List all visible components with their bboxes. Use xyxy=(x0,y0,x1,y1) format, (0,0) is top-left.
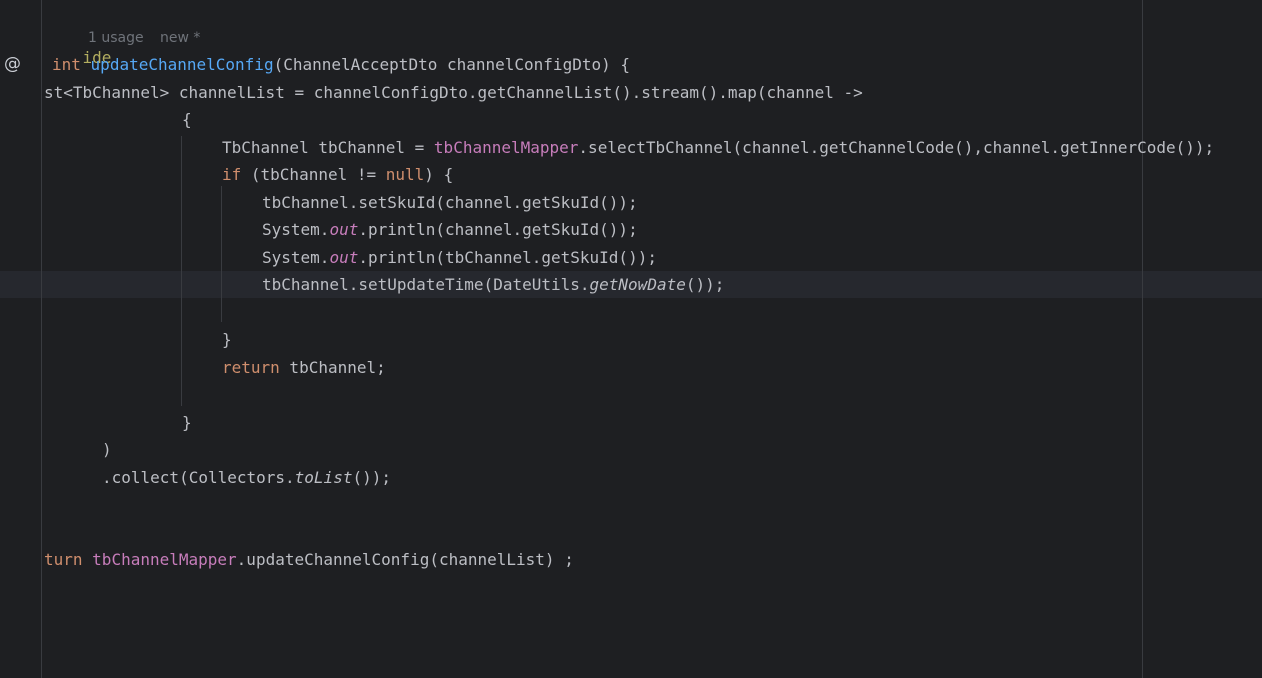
code-line-14[interactable]: ) xyxy=(102,440,112,460)
code-line-6[interactable]: if (tbChannel != null) { xyxy=(222,165,453,185)
keyword-int: int xyxy=(52,55,81,74)
code-text: ()); xyxy=(352,468,391,487)
code-text: .collect(Collectors. xyxy=(102,468,295,487)
code-line-5[interactable]: TbChannel tbChannel = tbChannelMapper.se… xyxy=(222,138,1214,158)
code-text: st<TbChannel> channelList = channelConfi… xyxy=(44,83,863,102)
code-text: .println(tbChannel.getSkuId()); xyxy=(358,248,657,267)
code-line-11[interactable]: } xyxy=(222,330,232,350)
right-margin-guide xyxy=(1142,0,1143,678)
code-line-10[interactable]: tbChannel.setUpdateTime(DateUtils.getNow… xyxy=(262,275,724,295)
usage-hint[interactable]: 1 usage xyxy=(88,28,144,48)
method-params: (ChannelAcceptDto channelConfigDto) { xyxy=(273,55,630,74)
code-text: .selectTbChannel(channel.getChannelCode(… xyxy=(578,138,1215,157)
at-sign-icon[interactable]: @ xyxy=(4,54,21,74)
code-text: TbChannel tbChannel = xyxy=(222,138,434,157)
code-line-8[interactable]: System.out.println(channel.getSkuId()); xyxy=(262,220,638,240)
code-text: .println(channel.getSkuId()); xyxy=(358,220,638,239)
code-text: ) xyxy=(102,440,112,459)
code-text: .updateChannelConfig(channelList) ; xyxy=(236,550,574,569)
code-line-7[interactable]: tbChannel.setSkuId(channel.getSkuId()); xyxy=(262,193,638,213)
keyword-if: if xyxy=(222,165,242,184)
code-text: ) { xyxy=(424,165,454,184)
code-editor[interactable]: @ ide 1 usage new * int updateChannelCon… xyxy=(0,0,1262,678)
code-text: } xyxy=(222,330,232,349)
author-hint[interactable]: new * xyxy=(160,28,200,48)
code-line-13[interactable]: } xyxy=(182,413,192,433)
code-text: ()); xyxy=(685,275,725,294)
code-text: System. xyxy=(262,248,330,267)
static-method-call: getNowDate xyxy=(589,275,686,294)
method-name: updateChannelConfig xyxy=(90,55,274,74)
code-line-3[interactable]: st<TbChannel> channelList = channelConfi… xyxy=(44,83,863,103)
code-text: } xyxy=(182,413,192,432)
static-field-out: out xyxy=(329,248,359,267)
static-field-out: out xyxy=(329,220,359,239)
code-text: (tbChannel != xyxy=(241,165,386,184)
keyword-return: turn xyxy=(44,550,83,569)
keyword-null: null xyxy=(385,165,425,184)
gutter-divider xyxy=(41,0,42,678)
code-text: { xyxy=(182,110,192,129)
code-text: tbChannel.setUpdateTime(DateUtils. xyxy=(262,275,590,294)
code-text: tbChannel.setSkuId(channel.getSkuId()); xyxy=(262,193,638,212)
code-line-9[interactable]: System.out.println(tbChannel.getSkuId())… xyxy=(262,248,657,268)
indent-guide xyxy=(221,186,222,322)
code-line-12[interactable]: return tbChannel; xyxy=(222,358,386,378)
code-line-16[interactable]: turn tbChannelMapper.updateChannelConfig… xyxy=(44,550,574,570)
static-method-call: toList xyxy=(294,468,353,487)
code-text: tbChannel; xyxy=(279,358,386,377)
keyword-return: return xyxy=(222,358,280,377)
code-line-2[interactable]: int updateChannelConfig(ChannelAcceptDto… xyxy=(52,55,630,75)
code-line-4[interactable]: { xyxy=(182,110,192,130)
indent-guide xyxy=(181,136,182,406)
field-reference: tbChannelMapper xyxy=(92,550,237,569)
code-text: System. xyxy=(262,220,330,239)
field-reference: tbChannelMapper xyxy=(433,138,579,157)
code-line-15[interactable]: .collect(Collectors.toList()); xyxy=(102,468,391,488)
